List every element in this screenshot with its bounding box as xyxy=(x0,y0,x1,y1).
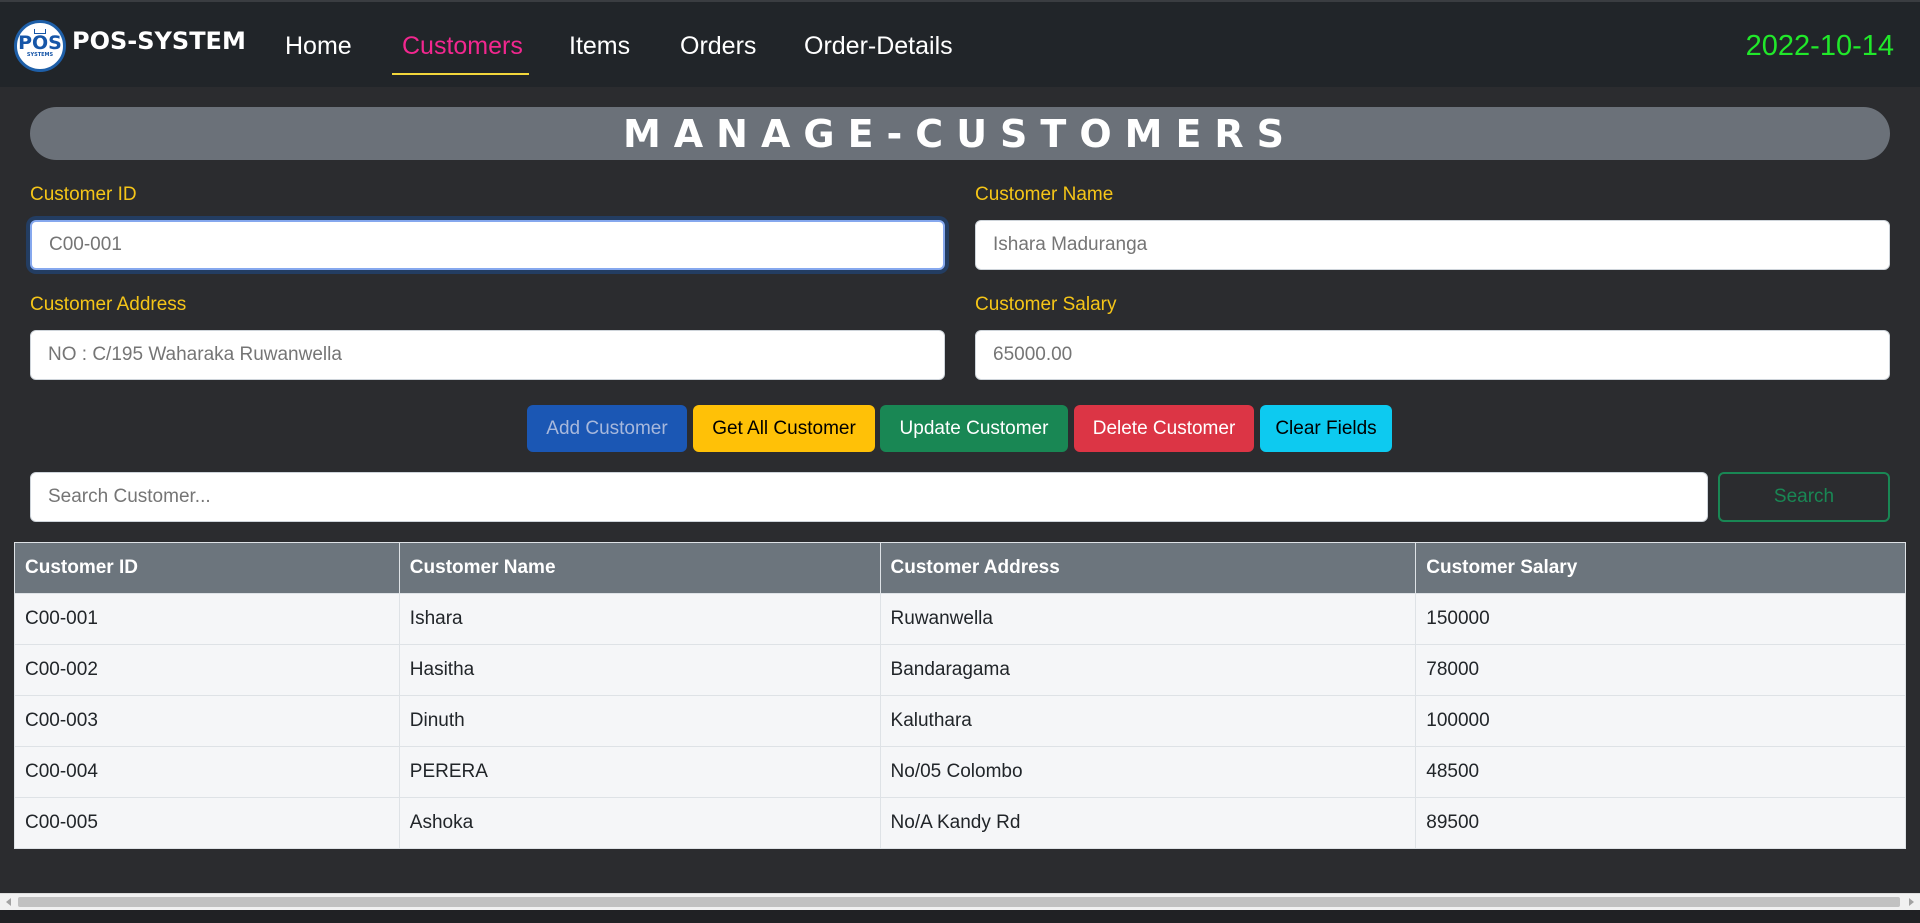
column-header-customer-id: Customer ID xyxy=(14,542,400,594)
cell-customer-name: Ashoka xyxy=(398,797,881,849)
search-button[interactable]: Search xyxy=(1718,472,1890,522)
cell-customer-salary: 78000 xyxy=(1415,644,1906,696)
cell-customer-id: C00-004 xyxy=(14,746,400,798)
table-row[interactable]: C00-002 Hasitha Bandaragama 78000 xyxy=(14,644,1906,696)
table-row[interactable]: C00-001 Ishara Ruwanwella 150000 xyxy=(14,593,1906,645)
get-all-customer-button[interactable]: Get All Customer xyxy=(693,405,875,452)
cell-customer-address: No/A Kandy Rd xyxy=(879,797,1417,849)
customer-address-input[interactable] xyxy=(30,330,945,380)
cell-customer-name: Dinuth xyxy=(398,695,881,747)
cell-customer-address: No/05 Colombo xyxy=(879,746,1417,798)
cell-customer-salary: 89500 xyxy=(1415,797,1906,849)
customer-name-label: Customer Name xyxy=(975,184,1114,205)
clear-fields-button[interactable]: Clear Fields xyxy=(1260,405,1392,452)
table-row[interactable]: C00-005 Ashoka No/A Kandy Rd 89500 xyxy=(14,797,1906,849)
brand[interactable]: POS SYSTEMS POS-SYSTEM xyxy=(14,20,246,72)
scroll-right-arrow-icon[interactable] xyxy=(1909,898,1914,906)
scrollbar-thumb[interactable] xyxy=(18,897,1900,907)
cell-customer-id: C00-003 xyxy=(14,695,400,747)
add-customer-button[interactable]: Add Customer xyxy=(527,405,687,452)
navbar: POS SYSTEMS POS-SYSTEM Home Customers It… xyxy=(0,0,1920,87)
column-header-customer-address: Customer Address xyxy=(879,542,1417,594)
customer-id-label: Customer ID xyxy=(30,184,137,205)
nav-link-order-details[interactable]: Order-Details xyxy=(804,32,953,61)
column-header-customer-name: Customer Name xyxy=(398,542,881,594)
delete-customer-button[interactable]: Delete Customer xyxy=(1074,405,1254,452)
customer-salary-input[interactable] xyxy=(975,330,1890,380)
search-customer-input[interactable] xyxy=(30,472,1708,522)
active-nav-underline xyxy=(392,73,529,75)
current-date: 2022-10-14 xyxy=(1745,30,1894,62)
cell-customer-name: PERERA xyxy=(398,746,881,798)
brand-name[interactable]: POS-SYSTEM xyxy=(72,27,246,55)
cell-customer-salary: 48500 xyxy=(1415,746,1906,798)
bottom-bar xyxy=(0,910,1920,923)
cart-icon xyxy=(34,29,46,34)
nav-link-orders[interactable]: Orders xyxy=(680,32,756,61)
cell-customer-address: Kaluthara xyxy=(879,695,1417,747)
customer-id-input[interactable] xyxy=(30,220,945,270)
update-customer-button[interactable]: Update Customer xyxy=(880,405,1068,452)
scroll-left-arrow-icon[interactable] xyxy=(6,898,11,906)
table-row[interactable]: C00-003 Dinuth Kaluthara 100000 xyxy=(14,695,1906,747)
cell-customer-salary: 100000 xyxy=(1415,695,1906,747)
cell-customer-address: Ruwanwella xyxy=(879,593,1417,645)
customer-salary-label: Customer Salary xyxy=(975,294,1117,315)
logo-text: POS xyxy=(18,31,62,54)
customer-address-label: Customer Address xyxy=(30,294,187,315)
table-header-row: Customer ID Customer Name Customer Addre… xyxy=(14,542,1906,594)
nav-link-items[interactable]: Items xyxy=(569,32,630,61)
cell-customer-address: Bandaragama xyxy=(879,644,1417,696)
page-title-banner: MANAGE-CUSTOMERS xyxy=(30,107,1890,160)
column-header-customer-salary: Customer Salary xyxy=(1415,542,1906,594)
logo-subtext: SYSTEMS xyxy=(26,51,54,58)
cell-customer-id: C00-002 xyxy=(14,644,400,696)
cell-customer-name: Ishara xyxy=(398,593,881,645)
horizontal-scrollbar[interactable] xyxy=(0,893,1920,910)
customer-table: Customer ID Customer Name Customer Addre… xyxy=(14,542,1906,849)
cell-customer-id: C00-005 xyxy=(14,797,400,849)
page-title: MANAGE-CUSTOMERS xyxy=(622,111,1298,156)
cell-customer-salary: 150000 xyxy=(1415,593,1906,645)
nav-link-customers[interactable]: Customers xyxy=(402,32,523,61)
pos-logo-icon: POS SYSTEMS xyxy=(14,20,66,72)
cell-customer-id: C00-001 xyxy=(14,593,400,645)
nav-link-home[interactable]: Home xyxy=(285,32,352,61)
customer-name-input[interactable] xyxy=(975,220,1890,270)
cell-customer-name: Hasitha xyxy=(398,644,881,696)
table-row[interactable]: C00-004 PERERA No/05 Colombo 48500 xyxy=(14,746,1906,798)
